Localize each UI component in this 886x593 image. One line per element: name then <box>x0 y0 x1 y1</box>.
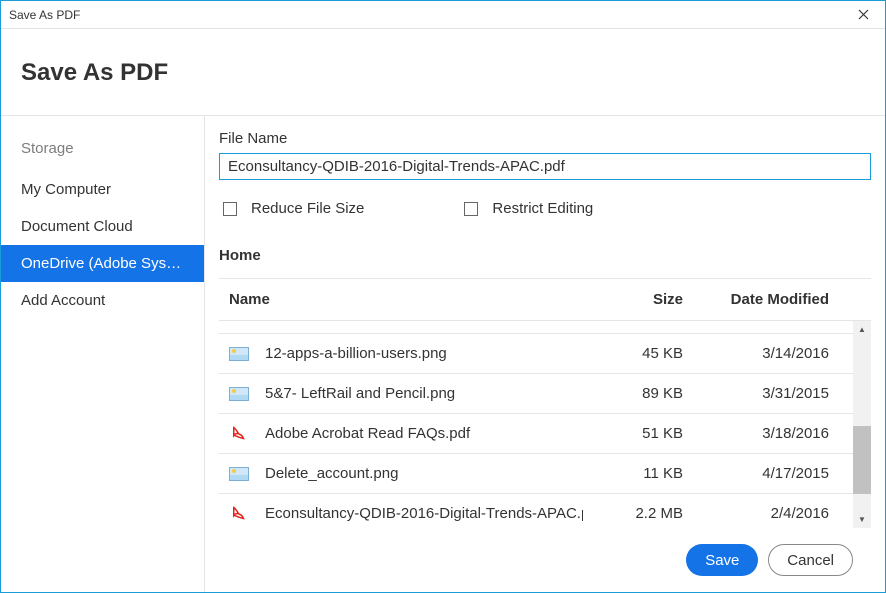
pdf-icon <box>229 426 249 442</box>
file-date: 2/4/2016 <box>693 505 853 522</box>
table-row[interactable]: Adobe Acrobat Read FAQs.pdf 51 KB 3/18/2… <box>219 414 871 454</box>
reduce-file-size-checkbox[interactable]: Reduce File Size <box>223 200 364 217</box>
sidebar: Storage My Computer Document Cloud OneDr… <box>1 116 205 592</box>
image-icon <box>229 466 249 482</box>
sidebar-item-my-computer[interactable]: My Computer <box>1 171 204 208</box>
file-name: Adobe Acrobat Read FAQs.pdf <box>265 425 470 442</box>
file-size: 11 KB <box>583 465 693 482</box>
sidebar-item-onedrive[interactable]: OneDrive (Adobe Syste... <box>1 245 204 282</box>
breadcrumb[interactable]: Home <box>219 247 871 278</box>
footer: Save Cancel <box>219 528 871 592</box>
file-size: 45 KB <box>583 345 693 362</box>
restrict-label: Restrict Editing <box>492 200 593 217</box>
titlebar: Save As PDF <box>1 1 885 29</box>
dialog-heading: Save As PDF <box>1 29 885 115</box>
dialog-body: Storage My Computer Document Cloud OneDr… <box>1 115 885 592</box>
main-panel: File Name Reduce File Size Restrict Edit… <box>205 116 885 592</box>
file-size: 89 KB <box>583 385 693 402</box>
grid-body: teams 12-apps-a-billion-users.png 45 KB … <box>219 321 871 528</box>
file-name: Econsultancy-QDIB-2016-Digital-Trends-AP… <box>265 505 583 522</box>
checkbox-box-icon <box>223 202 237 216</box>
file-date: 4/17/2015 <box>693 465 853 482</box>
table-row[interactable]: 12-apps-a-billion-users.png 45 KB 3/14/2… <box>219 334 871 374</box>
file-grid: Name Size Date Modified teams <box>219 278 871 528</box>
sidebar-title: Storage <box>1 140 204 171</box>
grid-header: Name Size Date Modified <box>219 279 871 321</box>
save-button[interactable]: Save <box>686 544 758 576</box>
pdf-icon <box>229 506 249 522</box>
reduce-label: Reduce File Size <box>251 200 364 217</box>
file-size: 2.2 MB <box>583 505 693 522</box>
checkbox-box-icon <box>464 202 478 216</box>
close-button[interactable] <box>849 1 877 29</box>
table-row[interactable]: 5&7- LeftRail and Pencil.png 89 KB 3/31/… <box>219 374 871 414</box>
file-name: 5&7- LeftRail and Pencil.png <box>265 385 455 402</box>
file-date: 3/31/2015 <box>693 385 853 402</box>
cancel-button[interactable]: Cancel <box>768 544 853 576</box>
scroll-up-icon[interactable]: ▲ <box>853 321 871 338</box>
table-row[interactable]: teams <box>219 321 871 334</box>
window-title: Save As PDF <box>9 8 80 22</box>
col-header-name[interactable]: Name <box>219 291 583 308</box>
table-row[interactable]: Econsultancy-QDIB-2016-Digital-Trends-AP… <box>219 494 871 528</box>
file-name: 12-apps-a-billion-users.png <box>265 345 447 362</box>
save-as-dialog: Save As PDF Save As PDF Storage My Compu… <box>0 0 886 593</box>
col-header-date[interactable]: Date Modified <box>693 291 853 308</box>
file-date: 3/18/2016 <box>693 425 853 442</box>
scroll-thumb[interactable] <box>853 426 871 494</box>
scrollbar[interactable]: ▲ ▼ <box>853 321 871 528</box>
filename-label: File Name <box>219 130 871 153</box>
file-name: Delete_account.png <box>265 465 398 482</box>
table-row[interactable]: Delete_account.png 11 KB 4/17/2015 <box>219 454 871 494</box>
filename-input[interactable] <box>219 153 871 180</box>
col-header-size[interactable]: Size <box>583 291 693 308</box>
image-icon <box>229 386 249 402</box>
sidebar-item-document-cloud[interactable]: Document Cloud <box>1 208 204 245</box>
scroll-down-icon[interactable]: ▼ <box>853 511 871 528</box>
restrict-editing-checkbox[interactable]: Restrict Editing <box>464 200 593 217</box>
options-row: Reduce File Size Restrict Editing <box>219 180 871 247</box>
scroll-track[interactable] <box>853 338 871 511</box>
image-icon <box>229 346 249 362</box>
file-size: 51 KB <box>583 425 693 442</box>
close-icon <box>858 9 869 20</box>
sidebar-item-add-account[interactable]: Add Account <box>1 282 204 319</box>
file-date: 3/14/2016 <box>693 345 853 362</box>
